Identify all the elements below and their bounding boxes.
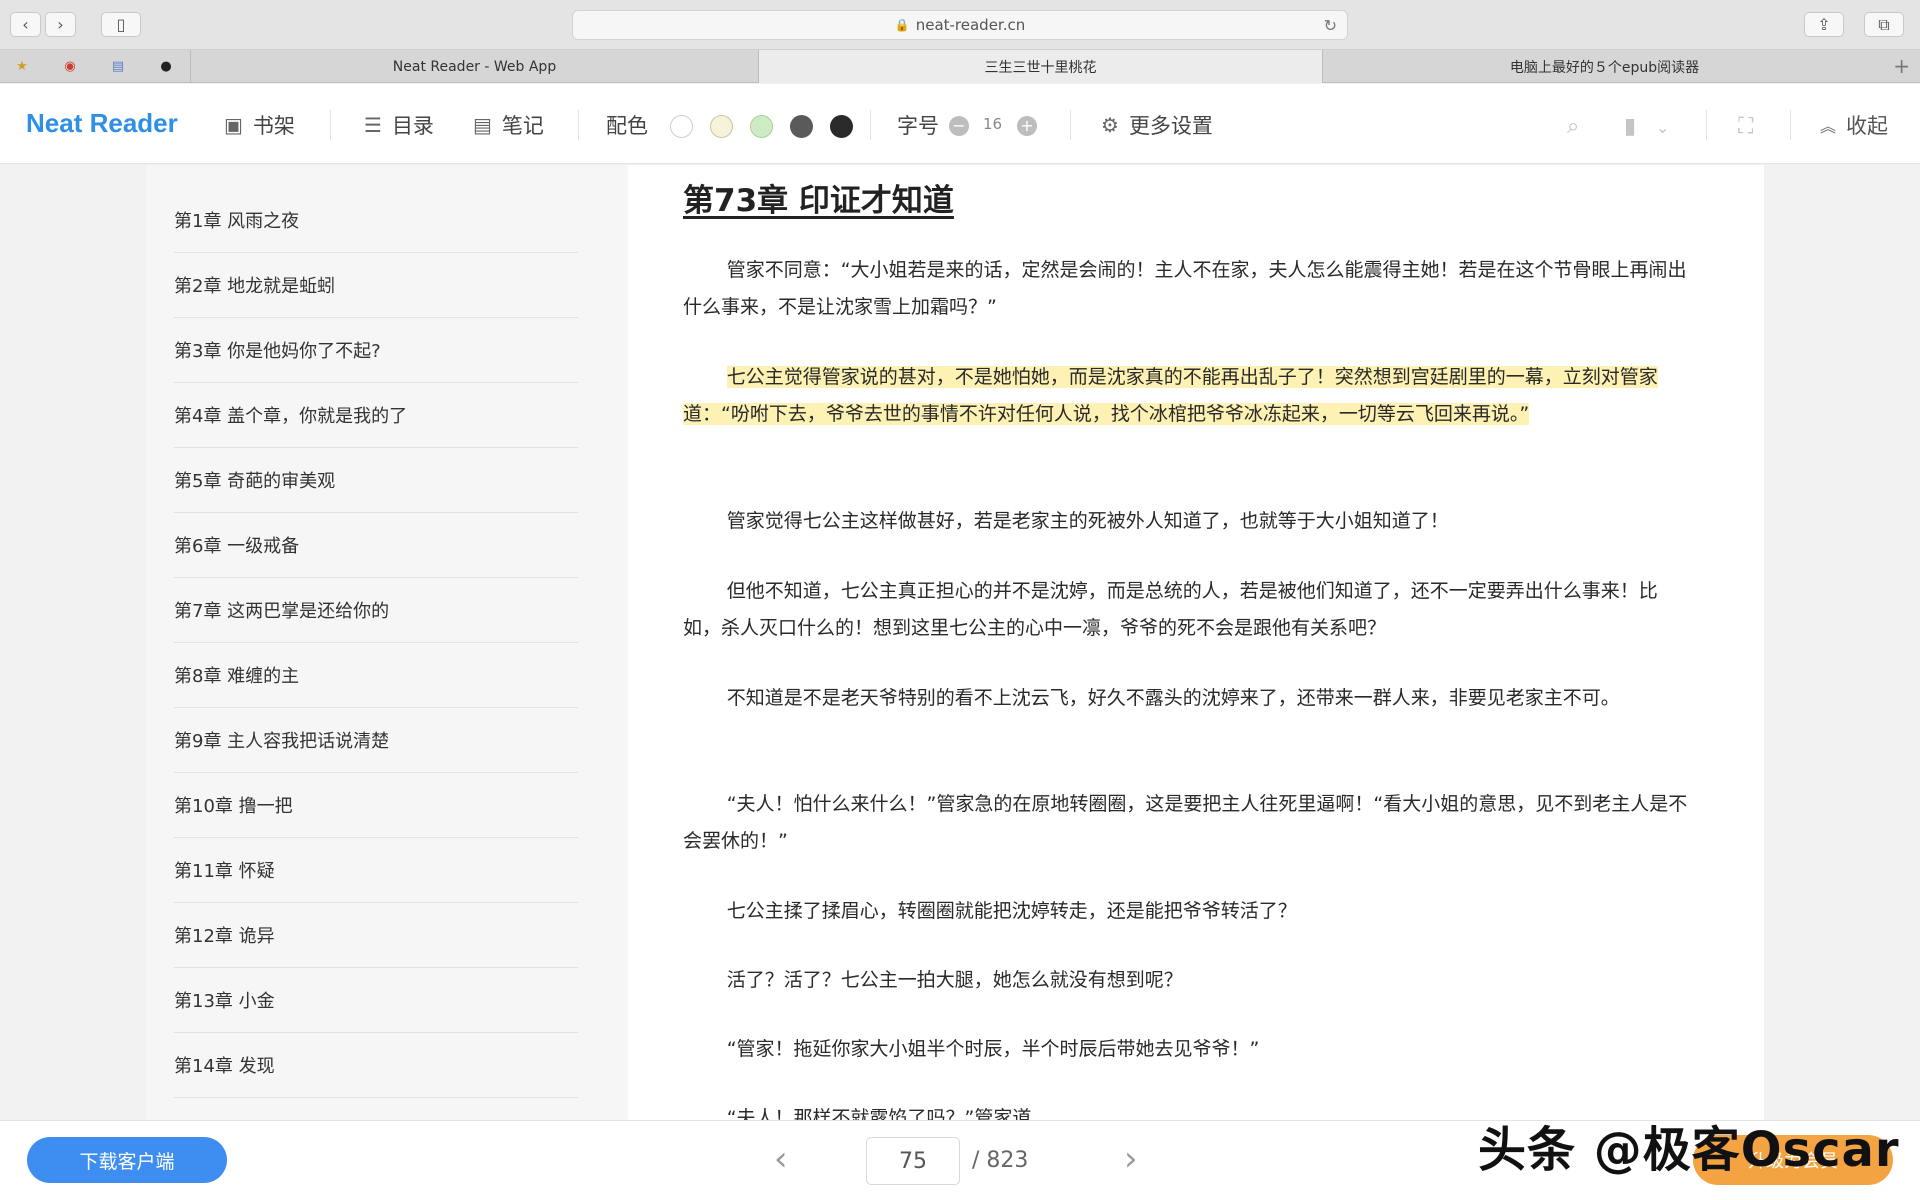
tab-label: 电脑上最好的５个epub阅读器 [1509,59,1700,76]
download-client-button[interactable]: 下载客户端 [27,1137,227,1183]
clock-favicon-icon[interactable]: ● [154,55,178,77]
toc-button[interactable]: ☰ 目录 [364,110,434,140]
divider [330,110,331,140]
tab-neat-reader[interactable]: Neat Reader - Web App [190,50,758,83]
toc-item[interactable]: 第5章 奇葩的审美观 [174,448,578,513]
url-text: neat-reader.cn [915,16,1026,34]
new-tab-button[interactable]: + [1893,54,1910,78]
address-bar[interactable]: 🔒 neat-reader.cn ↻ [572,10,1348,40]
prev-page-icon[interactable]: ‹ [774,1139,788,1179]
toc-item[interactable]: 第2章 地龙就是蚯蚓 [174,253,578,318]
font-increase-icon[interactable]: + [1017,116,1037,136]
paragraph: 不知道是不是老天爷特别的看不上沈云飞，好久不露头的沈婷来了，还带来一群人来，非要… [726,687,1620,709]
paragraph: 七公主揉了揉眉心，转圈圈就能把沈婷转走，还是能把爷爷转活了？ [726,900,1297,922]
page-total: / 823 [972,1148,1029,1173]
chevron-down-icon[interactable]: ⌄ [1656,118,1669,137]
paragraph: “夫人！怕什么来什么！”管家急的在原地转圈圈，这是要把主人往死里逼啊！“看大小姐… [683,793,1688,852]
doc-favicon-icon[interactable]: ▤ [106,55,130,77]
weibo-favicon-icon[interactable]: ◉ [58,55,82,77]
gear-icon: ⚙ [1101,113,1119,137]
sidebar-toggle-button[interactable]: ▯ [101,12,141,37]
bookshelf-label: 书架 [252,114,295,138]
swatch-white[interactable] [670,115,693,138]
toc-item[interactable]: 第4章 盖个章，你就是我的了 [174,383,578,448]
browser-chrome: ‹ › ▯ 🔒 neat-reader.cn ↻ ⇪ ⧉ [0,0,1920,50]
tab-article[interactable]: 电脑上最好的５个epub阅读器 [1322,50,1886,83]
toc-item[interactable]: 第1章 风雨之夜 [174,188,578,253]
swatch-green[interactable] [750,115,773,138]
reader-toolbar: Neat Reader ▣ 书架 ☰ 目录 ▤ 笔记 配色 字号 − 16 + … [0,84,1920,164]
notes-icon: ▤ [473,113,492,137]
toc-item[interactable]: 第11章 怀疑 [174,838,578,903]
bookmark-icon[interactable]: ▮ [1624,114,1636,139]
watermark-text: 头条 @极客Oscar [1478,1122,1900,1178]
font-size-label: 字号 [897,114,939,138]
bookshelf-button[interactable]: ▣ 书架 [224,110,295,140]
toc-item[interactable]: 第9章 主人容我把话说清楚 [174,708,578,773]
font-decrease-icon[interactable]: − [949,116,969,136]
brand-logo[interactable]: Neat Reader [26,108,178,139]
highlight: 七公主觉得管家说的甚对，不是她怕她，而是沈家真的不能再出乱子了！突然想到宫廷剧里… [683,366,1658,425]
toc-item[interactable]: 第14章 发现 [174,1033,578,1098]
paragraph: 但他不知道，七公主真正担心的并不是沈婷，而是总统的人，若是被他们知道了，还不一定… [683,580,1658,639]
more-settings-label: 更多设置 [1128,114,1213,138]
collapse-button[interactable]: ︽ 收起 [1820,110,1888,140]
toc-item[interactable]: 第12章 诡异 [174,903,578,968]
toc-item[interactable]: 第7章 这两巴掌是还给你的 [174,578,578,643]
reload-icon[interactable]: ↻ [1324,16,1337,35]
toc-item[interactable]: 第13章 小金 [174,968,578,1033]
bookshelf-icon: ▣ [224,113,243,137]
toc-item[interactable]: 第6章 一级戒备 [174,513,578,578]
toc-item[interactable]: 第8章 难缠的主 [174,643,578,708]
back-button[interactable]: ‹ [10,12,41,37]
chevron-up-icon: ︽ [1820,117,1837,136]
divider [1070,110,1071,140]
lock-icon: 🔒 [894,18,910,32]
paragraph: 管家觉得七公主这样做甚好，若是老家主的死被外人知道了，也就等于大小姐知道了！ [726,510,1449,532]
tab-book[interactable]: 三生三世十里桃花 [758,50,1322,83]
toc-panel: 第1章 风雨之夜 第2章 地龙就是蚯蚓 第3章 你是他妈你了不起? 第4章 盖个… [146,165,628,1120]
tab-label: Neat Reader - Web App [392,58,557,75]
notes-button[interactable]: ▤ 笔记 [473,110,544,140]
paragraph: “管家！拖延你家大小姐半个时辰，半个时辰后带她去见爷爷！” [726,1038,1260,1060]
color-scheme-label: 配色 [606,114,648,138]
tab-bar: ★ ◉ ▤ ● Neat Reader - Web App 三生三世十里桃花 电… [0,50,1920,83]
swatch-black[interactable] [830,115,853,138]
divider [870,110,871,140]
forward-button[interactable]: › [45,12,76,37]
highlighted-paragraph[interactable]: 七公主觉得管家说的甚对，不是她怕她，而是沈家真的不能再出乱子了！突然想到宫廷剧里… [683,359,1693,433]
search-icon[interactable]: ⌕ [1567,114,1579,139]
paragraph: 管家不同意：“大小姐若是来的话，定然是会闹的！主人不在家，夫人怎么能震得主她！若… [683,259,1687,318]
font-size-value: 16 [983,115,1003,133]
next-page-icon[interactable]: › [1124,1139,1138,1179]
divider [1706,110,1707,140]
chapter-title: 第73章 印证才知道 [683,183,954,219]
divider [1790,110,1791,140]
toc-item[interactable]: 第10章 撸一把 [174,773,578,838]
fullscreen-icon[interactable]: ⛶ [1738,114,1753,139]
list-icon: ☰ [364,113,382,137]
toc-item[interactable]: 第3章 你是他妈你了不起? [174,318,578,383]
swatch-beige[interactable] [710,115,733,138]
more-settings-button[interactable]: ⚙ 更多设置 [1101,110,1213,140]
bookmark-favicon-icon[interactable]: ★ [10,55,34,77]
toc-label: 目录 [391,114,434,138]
share-button[interactable]: ⇪ [1804,12,1844,37]
chapter-content: 第73章 印证才知道 管家不同意：“大小姐若是来的话，定然是会闹的！主人不在家，… [628,165,1764,1120]
page-input[interactable]: 75 [866,1137,960,1185]
tab-label: 三生三世十里桃花 [984,59,1097,76]
collapse-label: 收起 [1846,114,1889,138]
swatch-gray[interactable] [790,115,813,138]
divider [578,110,579,140]
notes-label: 笔记 [501,114,544,138]
paragraph: 活了？活了？七公主一拍大腿，她怎么就没有想到呢？ [726,969,1183,991]
tabs-overview-button[interactable]: ⧉ [1864,12,1904,37]
